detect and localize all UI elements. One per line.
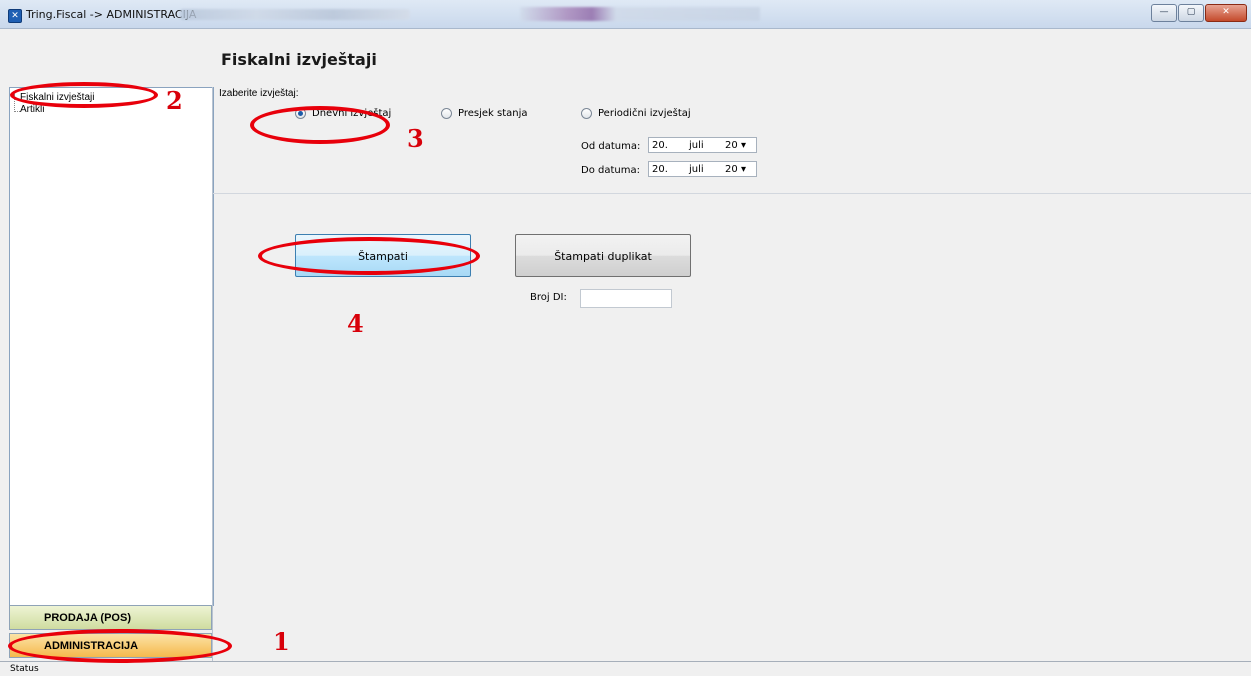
- annotation-ellipse: [8, 629, 232, 663]
- app-icon: ✕: [8, 9, 22, 23]
- annotation-number-4: 4: [347, 309, 364, 338]
- from-date-label: Od datuma:: [581, 141, 641, 152]
- from-year: 20: [725, 139, 738, 151]
- minimize-button[interactable]: —: [1151, 4, 1177, 22]
- radio-label: Periodični izvještaj: [598, 108, 691, 119]
- close-button[interactable]: ✕: [1205, 4, 1247, 22]
- print-duplicate-button[interactable]: Štampati duplikat: [515, 234, 691, 277]
- nav-button-prodaja-pos[interactable]: PRODAJA (POS): [9, 605, 212, 630]
- from-month: juli: [689, 139, 704, 151]
- radio-periodicni-izvjestaj[interactable]: Periodični izvještaj: [581, 108, 691, 119]
- chevron-down-icon[interactable]: ▾: [741, 164, 746, 175]
- broj-di-input[interactable]: [580, 289, 672, 308]
- radio-unchecked-icon: [441, 108, 452, 119]
- radio-label: Presjek stanja: [458, 108, 528, 119]
- sidebar-tree: Fiskalni izvještaji Artikli: [9, 87, 214, 606]
- broj-di-label: Broj DI:: [530, 292, 567, 303]
- to-month: juli: [689, 163, 704, 175]
- chevron-down-icon[interactable]: ▾: [741, 140, 746, 151]
- annotation-ellipse: [10, 82, 158, 108]
- annotation-ellipse: [250, 106, 390, 144]
- radio-unchecked-icon: [581, 108, 592, 119]
- to-date-picker[interactable]: 20. juli 20 ▾: [648, 161, 757, 177]
- to-date-label: Do datuma:: [581, 165, 640, 176]
- window-controls: — ▢ ✕: [1151, 4, 1247, 22]
- annotation-number-3: 3: [407, 124, 424, 153]
- page-title: Fiskalni izvještaji: [221, 50, 377, 69]
- radio-presjek-stanja[interactable]: Presjek stanja: [441, 108, 528, 119]
- blurred-taskbar-region-2: [520, 7, 760, 21]
- window-titlebar: ✕ Tring.Fiscal -> ADMINISTRACIJA — ▢ ✕: [0, 0, 1251, 29]
- to-day: 20.: [652, 163, 668, 175]
- section-divider: [213, 193, 1251, 194]
- to-year: 20: [725, 163, 738, 175]
- maximize-button[interactable]: ▢: [1178, 4, 1204, 22]
- blurred-taskbar-region: [180, 9, 410, 20]
- window-title: Tring.Fiscal -> ADMINISTRACIJA: [26, 8, 197, 21]
- from-day: 20.: [652, 139, 668, 151]
- annotation-number-1: 1: [273, 627, 290, 656]
- annotation-ellipse: [258, 237, 480, 275]
- annotation-number-2: 2: [166, 86, 183, 115]
- status-bar: Status: [0, 661, 1251, 674]
- from-date-picker[interactable]: 20. juli 20 ▾: [648, 137, 757, 153]
- report-group-label: Izaberite izvještaj:: [219, 88, 299, 99]
